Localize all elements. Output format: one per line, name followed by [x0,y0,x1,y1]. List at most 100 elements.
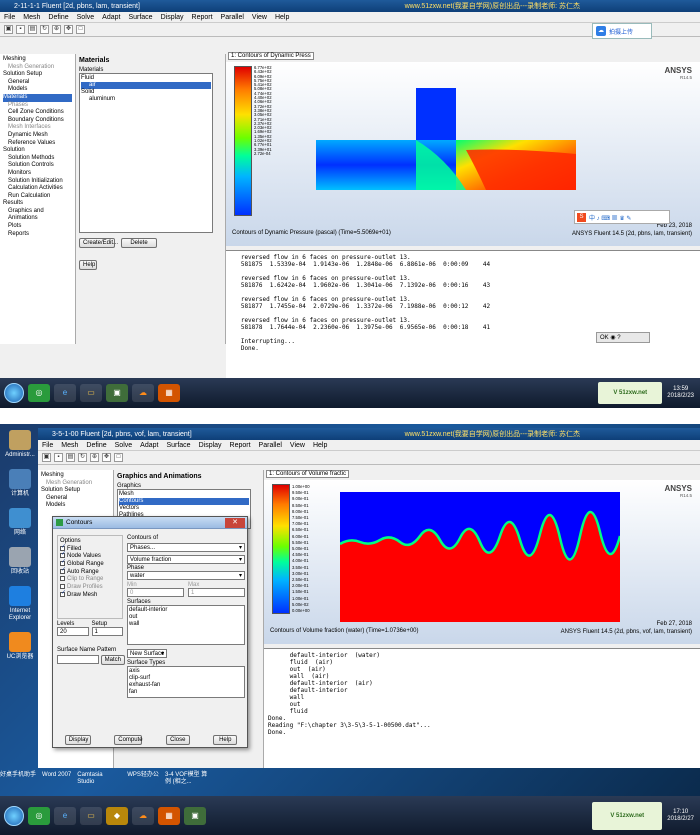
tree-item[interactable]: Graphics and Animations [3,208,72,223]
fit-icon[interactable]: □ [114,453,123,462]
compute-button[interactable]: Compute [114,735,143,745]
camtasia-icon[interactable]: ▣ [184,806,206,825]
option-checkbox[interactable] [60,583,65,589]
option-checkbox[interactable] [60,567,66,574]
fluent-icon[interactable]: ◆ [106,806,128,825]
top-clock[interactable]: 13:59 2018/2/23 [667,386,694,400]
tree-item[interactable]: Mesh Generation [41,480,110,488]
print-icon[interactable]: ▤ [28,25,37,34]
desktop-icon[interactable]: 回收站 [2,547,38,576]
surface-type-item[interactable]: clip-surf [129,675,243,682]
menu-item[interactable]: Surface [166,442,190,449]
taskbar-label[interactable]: 好桌手机助手 [0,772,36,786]
open-icon[interactable]: ▣ [42,453,51,462]
menu-item[interactable]: Solve [115,442,133,449]
open-icon[interactable]: ▣ [4,25,13,34]
uc-browser-icon[interactable]: ☁ [132,384,154,402]
setup-input[interactable]: 1 [91,627,123,636]
surface-item[interactable]: wall [129,621,243,628]
surfaces-list[interactable]: default-interior out wall [127,605,245,645]
option-row[interactable]: Draw Mesh [60,590,120,600]
rotate-icon[interactable]: ↻ [40,25,49,34]
tree-item[interactable]: Reference Values [3,140,72,148]
surface-type-item[interactable]: exhaust-fan [129,682,243,689]
menu-item[interactable]: Display [199,442,222,449]
taskbar-label[interactable]: Camtasia Studio [77,772,121,786]
menu-item[interactable]: Parallel [221,14,244,21]
material-item[interactable]: air [81,82,211,89]
ie-icon[interactable]: e [54,384,76,402]
explorer-icon[interactable]: ▭ [80,384,102,402]
start-button[interactable] [4,383,24,403]
ime-logo-icon[interactable]: S [577,212,586,222]
ime-tools-icon[interactable]: 中 ♪ ⌨ ▦ ♛ ✎ [589,213,631,222]
option-checkbox[interactable] [60,559,66,567]
desktop-icon[interactable]: 计算机 [2,469,38,498]
option-row[interactable]: Global Range [60,559,120,569]
graphics-item[interactable]: Vectors [119,505,249,512]
save-icon[interactable]: ▪ [16,25,25,34]
materials-list[interactable]: Fluid air Solid aluminum [79,73,213,233]
menu-item[interactable]: Display [161,14,184,21]
tree-item[interactable]: Materials [3,93,72,102]
tree-item[interactable]: Solution Methods [3,155,72,163]
tree-item[interactable]: Models [41,502,110,510]
option-checkbox[interactable] [60,576,65,582]
menu-item[interactable]: Adapt [140,442,158,449]
taskbar-label[interactable]: 3-4 VOF模型 算例 (相之... [165,772,209,786]
explorer-icon[interactable]: ▭ [80,806,102,825]
menu-item[interactable]: Mesh [23,14,40,21]
surface-item[interactable]: default-interior [129,607,243,614]
app-icon[interactable]: ▦ [158,806,180,825]
zoom-icon[interactable]: ⊕ [52,25,61,34]
menu-item[interactable]: Report [192,14,213,21]
menu-item[interactable]: Define [48,14,68,21]
bottom-graphics-window[interactable]: ANSYS R14.5 1.00e+00 9.50e-01 9.00e-01 8.50… [264,480,700,644]
print-icon[interactable]: ▤ [66,453,75,462]
dialog-help-button[interactable]: Help [213,735,238,745]
surface-item[interactable]: out [129,614,243,621]
material-item[interactable]: aluminum [81,96,211,103]
menu-item[interactable]: Mesh [61,442,78,449]
uc-browser-icon[interactable]: ☁ [132,806,154,825]
graphics-item[interactable]: Contours [119,498,249,505]
tree-item[interactable]: Mesh Interfaces [3,124,72,132]
menu-item[interactable]: View [252,14,267,21]
graphics-item[interactable]: Mesh [119,491,249,498]
menu-item[interactable]: Adapt [102,14,120,21]
surface-type-item[interactable]: axis [129,668,243,675]
tree-item[interactable]: Dynamic Mesh [3,132,72,140]
close-button[interactable]: Close [165,735,190,745]
menu-item[interactable]: Solve [77,14,95,21]
taskbar-label[interactable]: WPS轻办公 [127,772,159,786]
360-icon[interactable]: ◎ [28,806,50,825]
material-item[interactable]: Solid [81,89,211,96]
menu-item[interactable]: View [290,442,305,449]
cloud-upload-label[interactable]: 拍摄上传 [609,27,633,36]
tree-item[interactable]: Monitors [3,170,72,178]
desktop-icon[interactable]: UC浏览器 [2,632,38,661]
taskbar-label[interactable]: Word 2007 [42,772,71,786]
rotate-icon[interactable]: ↻ [78,453,87,462]
tree-item[interactable]: Phases [3,102,72,110]
tree-item[interactable]: Mesh Generation [3,64,72,72]
option-row[interactable]: Filled [60,544,120,554]
option-row[interactable]: Node Values [60,551,120,561]
option-row[interactable]: Auto Range [60,567,120,577]
option-row[interactable]: Clip to Range [60,576,120,584]
match-button[interactable]: Match [100,655,125,665]
fit-icon[interactable]: □ [76,25,85,34]
bottom-clock[interactable]: 17:10 2018/2/27 [667,809,694,823]
menu-item[interactable]: Define [86,442,106,449]
cloud-upload-widget[interactable]: ☁ 拍摄上传 [592,23,652,39]
menu-item[interactable]: Surface [128,14,152,21]
material-item[interactable]: Fluid [81,75,211,82]
surface-pattern-input[interactable] [57,655,99,664]
pan-icon[interactable]: ✥ [102,453,111,462]
bottom-viewer-tab[interactable]: 1: Contours of Volume fractic [266,470,350,478]
desktop-icon[interactable]: 网络 [2,508,38,537]
ie-icon[interactable]: e [54,806,76,825]
app-icon[interactable]: ▦ [158,384,180,402]
top-graphics-window[interactable]: ANSYS R14.5 6.77e+02 6.43e+02 6.09e+02 5.75… [226,62,700,246]
levels-input[interactable]: 20 [57,627,89,636]
